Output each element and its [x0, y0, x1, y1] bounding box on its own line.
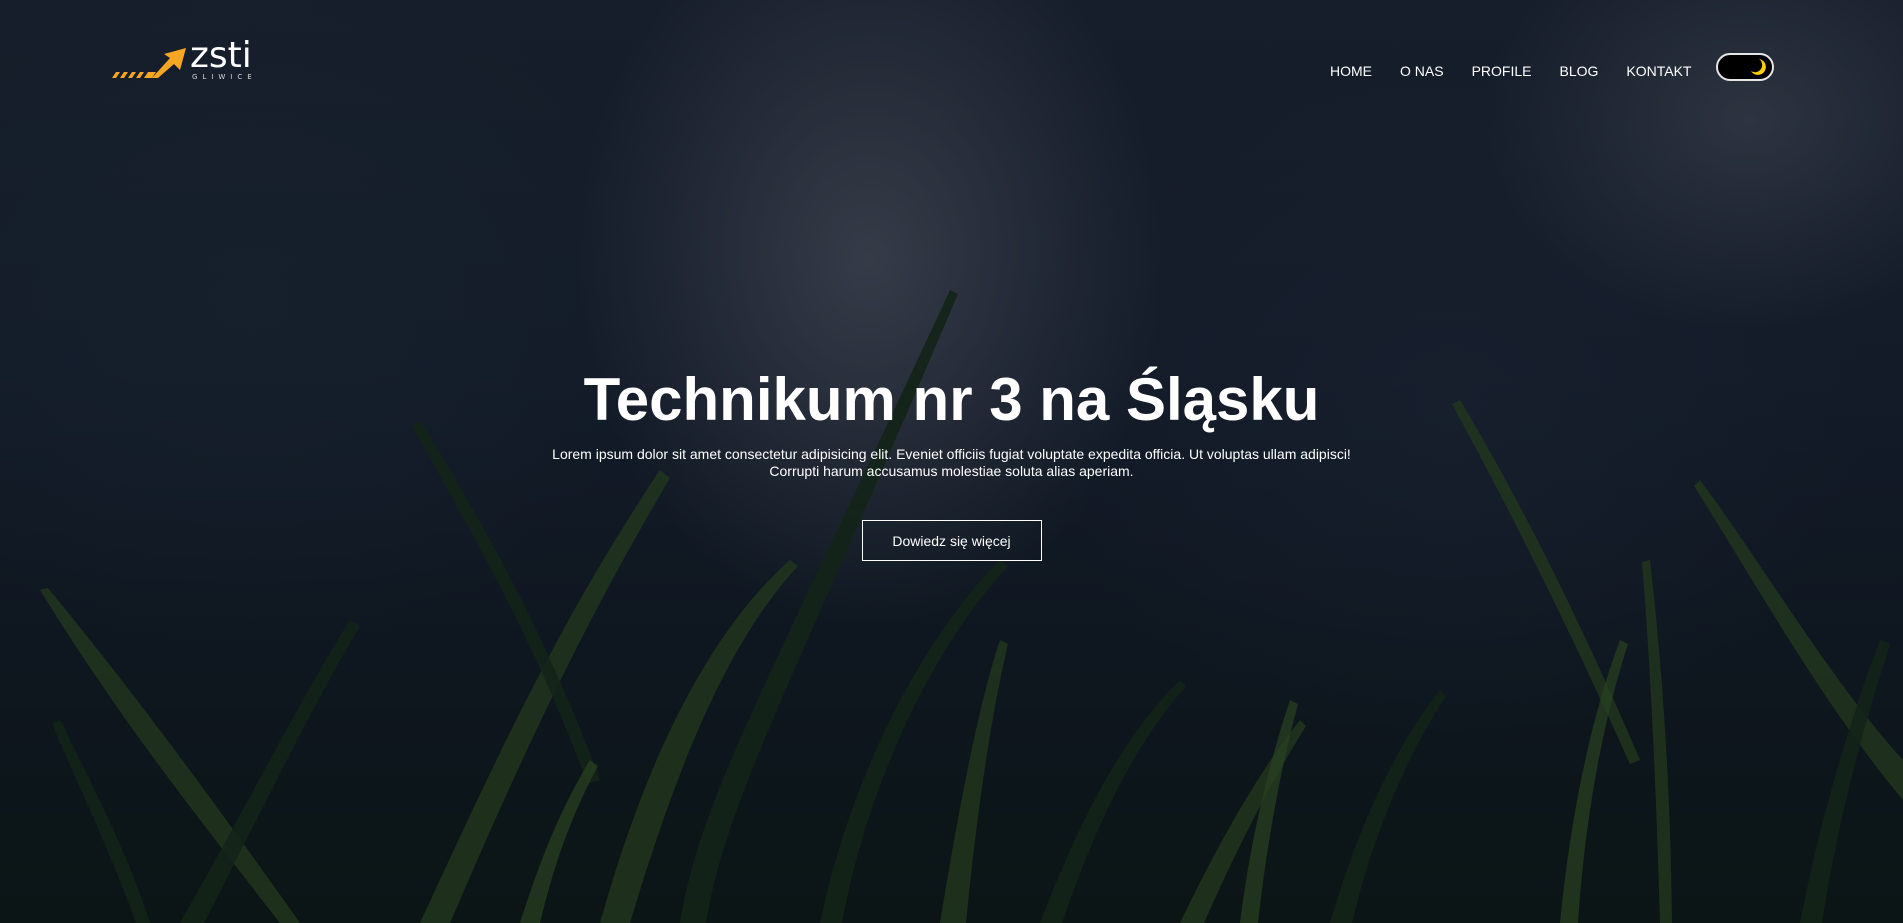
nav-link-kontakt[interactable]: KONTAKT	[1626, 62, 1691, 80]
moon-icon	[1751, 59, 1766, 75]
hero-section: zsti GLIWICE HOME O NAS PROFILE BLOG KON…	[0, 0, 1903, 923]
nav-link-o-nas[interactable]: O NAS	[1400, 62, 1444, 80]
learn-more-button[interactable]: Dowiedz się więcej	[861, 520, 1042, 561]
nav-link-blog[interactable]: BLOG	[1559, 62, 1598, 80]
logo-text: zsti	[190, 35, 252, 76]
nav-link-profile[interactable]: PROFILE	[1472, 62, 1532, 80]
hero-description-line2: Corrupti harum accusamus molestiae solut…	[769, 463, 1134, 479]
arrow-logo-icon	[112, 48, 186, 78]
theme-toggle[interactable]	[1716, 53, 1774, 81]
main-nav: HOME O NAS PROFILE BLOG KONTAKT	[1330, 62, 1719, 80]
navbar: zsti GLIWICE HOME O NAS PROFILE BLOG KON…	[0, 0, 1903, 130]
site-logo[interactable]: zsti GLIWICE	[112, 36, 262, 90]
hero-title: Technikum nr 3 na Śląsku	[583, 366, 1320, 433]
hero-description: Lorem ipsum dolor sit amet consectetur a…	[542, 446, 1362, 480]
hero-description-line1: Lorem ipsum dolor sit amet consectetur a…	[552, 446, 1351, 462]
nav-link-home[interactable]: HOME	[1330, 62, 1372, 80]
hero-content: Technikum nr 3 na Śląsku Lorem ipsum dol…	[0, 360, 1903, 561]
logo-subtitle: GLIWICE	[192, 73, 257, 81]
